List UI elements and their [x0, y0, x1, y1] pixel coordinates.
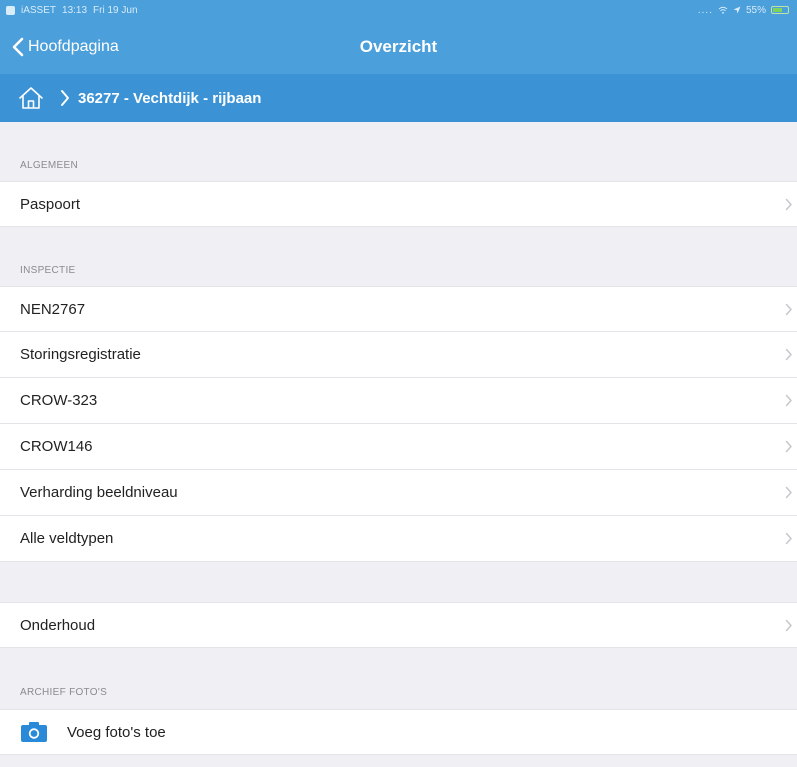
camera-icon: [21, 722, 47, 742]
navigation-bar: Hoofdpagina Overzicht: [0, 20, 797, 74]
list-item-label: Onderhoud: [20, 617, 96, 634]
list-item-label: CROW146: [20, 438, 93, 455]
chevron-right-icon: [785, 470, 793, 515]
status-bar-right: .... 55%: [698, 5, 789, 16]
list-item-label: CROW-323: [20, 392, 98, 409]
chevron-left-icon: [12, 37, 24, 57]
chevron-right-icon: [785, 424, 793, 469]
battery-percentage: 55%: [745, 4, 766, 16]
chevron-right-icon: [785, 332, 793, 377]
chevron-right-icon: [785, 378, 793, 423]
list-item-crow-323[interactable]: CROW-323: [0, 378, 797, 424]
chevron-right-icon: [785, 516, 793, 561]
section-header-archief-fotos: ARCHIEF FOTO'S: [20, 687, 108, 698]
list-item-alle-veldtypen[interactable]: Alle veldtypen: [0, 516, 797, 562]
list-item-crow146[interactable]: CROW146: [0, 424, 797, 470]
list-item-label: NEN2767: [20, 301, 86, 318]
list-item-label: Alle veldtypen: [20, 530, 114, 547]
list-item-verharding-beeldniveau[interactable]: Verharding beeldniveau: [0, 470, 797, 516]
status-carrier: iASSET: [21, 4, 57, 16]
location-arrow-icon: [733, 6, 741, 14]
list-item-storingsregistratie[interactable]: Storingsregistratie: [0, 332, 797, 378]
list-item-onderhoud[interactable]: Onderhoud: [0, 602, 797, 648]
page-title: Overzicht: [359, 37, 438, 56]
section-header-algemeen: ALGEMEEN: [20, 160, 78, 171]
section-header-inspectie: INSPECTIE: [20, 265, 76, 276]
breadcrumb-current[interactable]: 36277 - Vechtdijk - rijbaan: [78, 90, 261, 107]
status-time: 13:13: [62, 4, 88, 16]
back-button[interactable]: Hoofdpagina: [12, 20, 119, 74]
add-photos-label: Voeg foto's toe: [67, 724, 166, 741]
signal-icon: ....: [697, 4, 713, 16]
app-badge-icon: [6, 5, 15, 15]
chevron-right-icon: [60, 89, 70, 107]
list-item-label: Paspoort: [20, 196, 81, 213]
breadcrumb: 36277 - Vechtdijk - rijbaan: [0, 74, 797, 122]
battery-icon: [771, 6, 789, 14]
chevron-right-icon: [785, 182, 793, 227]
home-icon[interactable]: [18, 86, 44, 110]
list-item-label: Verharding beeldniveau: [20, 484, 178, 501]
list-item-nen2767[interactable]: NEN2767: [0, 286, 797, 332]
list-item-paspoort[interactable]: Paspoort: [0, 181, 797, 227]
add-photos-button[interactable]: Voeg foto's toe: [0, 709, 797, 755]
list-item-label: Storingsregistratie: [20, 346, 141, 363]
wifi-icon: [718, 6, 728, 14]
back-button-label: Hoofdpagina: [28, 38, 119, 55]
chevron-right-icon: [785, 603, 793, 648]
status-date: Fri 19 Jun: [93, 4, 138, 16]
status-bar: iASSET 13:13 Fri 19 Jun .... 55%: [0, 0, 797, 20]
status-bar-left: iASSET 13:13 Fri 19 Jun: [6, 5, 138, 16]
chevron-right-icon: [785, 287, 793, 332]
